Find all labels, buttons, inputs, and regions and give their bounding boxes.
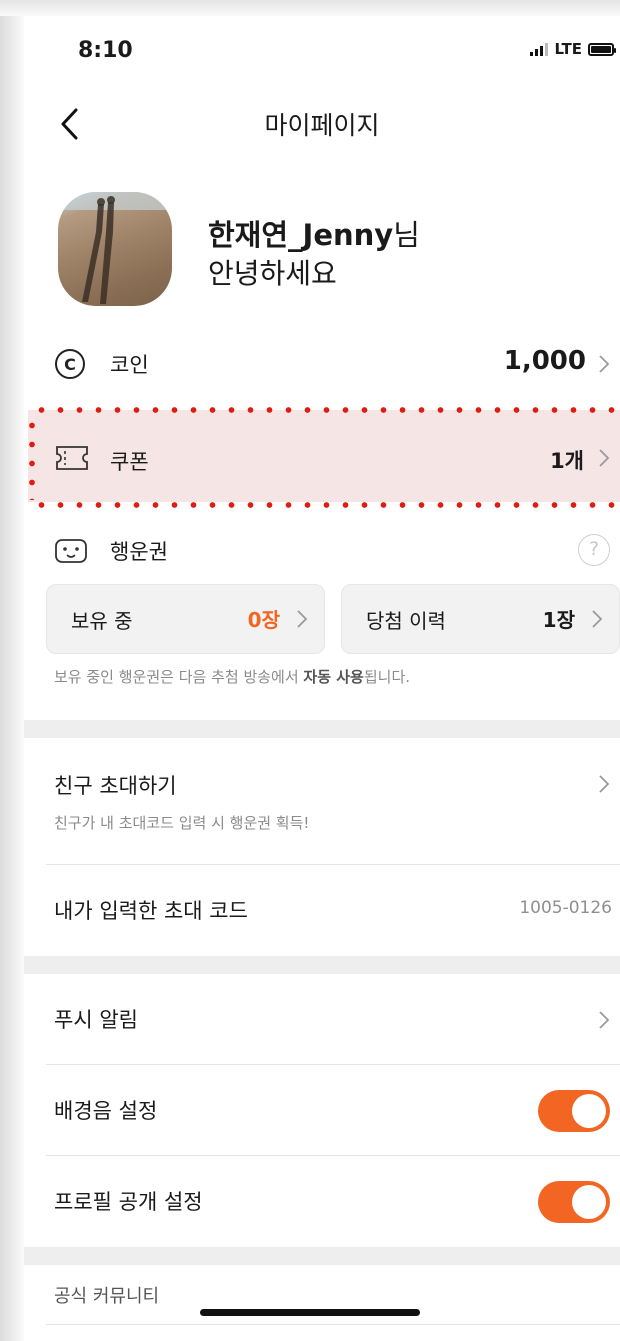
win-history-button[interactable]: 당첨 이력 1장 bbox=[341, 584, 620, 654]
signal-icon bbox=[530, 42, 549, 56]
coupon-value: 1개 bbox=[550, 449, 584, 473]
device-edge-left bbox=[0, 0, 24, 1341]
entered-code-label: 내가 입력한 초대 코드 bbox=[54, 899, 248, 923]
invite-friend-row[interactable]: 친구 초대하기 친구가 내 초대코드 입력 시 행운권 획득! bbox=[24, 738, 620, 862]
invite-subtitle: 친구가 내 초대코드 입력 시 행운권 획득! bbox=[54, 814, 310, 832]
my-page-screen: 8:10 LTE 마이페이지 한재연_Jenny님 안녕하세요 C 코인 1,0… bbox=[24, 16, 620, 1341]
section-divider bbox=[24, 1247, 620, 1265]
ticket-icon bbox=[56, 446, 88, 470]
svg-text:C: C bbox=[64, 355, 76, 374]
chevron-right-icon bbox=[297, 610, 308, 628]
user-name: 한재연_Jenny bbox=[208, 218, 394, 252]
status-indicators: LTE bbox=[530, 40, 616, 58]
toggle-knob bbox=[572, 1185, 606, 1219]
list-divider bbox=[46, 1324, 620, 1325]
battery-icon bbox=[588, 42, 616, 56]
invite-title: 친구 초대하기 bbox=[54, 774, 177, 798]
section-divider bbox=[24, 956, 620, 974]
bgm-toggle[interactable] bbox=[538, 1090, 610, 1132]
lucky-ticket-row: 행운권 bbox=[24, 524, 620, 578]
coin-value: 1,000 bbox=[503, 346, 586, 376]
page-title: 마이페이지 bbox=[264, 111, 380, 140]
avatar-photo bbox=[58, 192, 172, 304]
bgm-label: 배경음 설정 bbox=[54, 1099, 158, 1123]
chevron-right-icon bbox=[592, 610, 603, 628]
coupon-row[interactable]: 쿠폰 1개 bbox=[24, 428, 620, 488]
entered-code-value: 1005-0126 bbox=[519, 898, 612, 918]
coin-row[interactable]: C 코인 1,000 bbox=[24, 334, 620, 394]
highlight-dotted-border-bottom bbox=[32, 502, 620, 508]
holding-tickets-button[interactable]: 보유 중 0장 bbox=[46, 584, 325, 654]
status-time: 8:10 bbox=[78, 38, 133, 63]
win-history-value: 1장 bbox=[542, 608, 575, 632]
profile-name: 한재연_Jenny님 bbox=[208, 212, 420, 254]
push-notification-row[interactable]: 푸시 알림 bbox=[24, 974, 620, 1064]
coin-label: 코인 bbox=[110, 353, 149, 377]
lucky-ticket-notice: 보유 중인 행운권은 다음 추첨 방송에서 자동 사용됩니다. bbox=[54, 668, 411, 686]
highlight-dotted-border-top bbox=[32, 407, 620, 413]
lucky-ticket-label: 행운권 bbox=[110, 540, 168, 564]
holding-value: 0장 bbox=[247, 608, 280, 632]
toggle-knob bbox=[572, 1094, 606, 1128]
avatar[interactable] bbox=[58, 192, 172, 306]
chevron-right-icon bbox=[599, 449, 610, 467]
chevron-right-icon bbox=[599, 355, 610, 373]
profile-public-row: 프로필 공개 설정 bbox=[24, 1156, 620, 1246]
chevron-right-icon bbox=[599, 1011, 610, 1029]
section-divider bbox=[24, 720, 620, 738]
home-indicator bbox=[200, 1309, 420, 1316]
official-community-link[interactable]: 공식 커뮤니티 bbox=[54, 1282, 159, 1308]
device-edge-top bbox=[0, 0, 620, 16]
coupon-label: 쿠폰 bbox=[110, 450, 149, 474]
lucky-ticket-icon bbox=[55, 539, 87, 563]
win-history-label: 당첨 이력 bbox=[366, 609, 446, 633]
network-label: LTE bbox=[554, 40, 582, 58]
chevron-right-icon bbox=[599, 775, 610, 793]
entered-invite-code-row: 내가 입력한 초대 코드 1005-0126 bbox=[24, 865, 620, 955]
name-suffix: 님 bbox=[393, 218, 420, 252]
profile-public-label: 프로필 공개 설정 bbox=[54, 1190, 203, 1214]
profile-greeting: 안녕하세요 bbox=[208, 257, 337, 290]
coin-icon: C bbox=[55, 349, 85, 379]
help-button[interactable]: ? bbox=[578, 534, 610, 566]
profile-public-toggle[interactable] bbox=[538, 1181, 610, 1223]
push-label: 푸시 알림 bbox=[54, 1008, 138, 1032]
holding-label: 보유 중 bbox=[71, 609, 133, 633]
bgm-setting-row: 배경음 설정 bbox=[24, 1065, 620, 1155]
